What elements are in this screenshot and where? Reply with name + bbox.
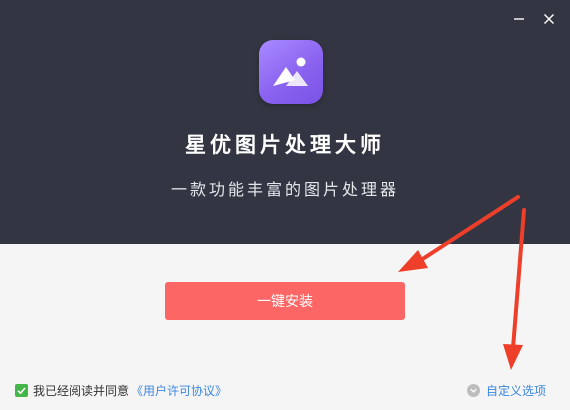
app-title: 星优图片处理大师 bbox=[185, 133, 385, 157]
close-button[interactable] bbox=[542, 12, 556, 26]
chevron-down-icon bbox=[466, 384, 480, 397]
window-controls bbox=[512, 12, 556, 26]
installer-header: 星优图片处理大师 一款功能丰富的图片处理器 bbox=[0, 0, 570, 244]
app-subtitle: 一款功能丰富的图片处理器 bbox=[170, 180, 399, 199]
minimize-button[interactable] bbox=[512, 12, 526, 26]
license-link[interactable]: 《用户许可协议》 bbox=[131, 382, 227, 399]
installer-window: 星优图片处理大师 一款功能丰富的图片处理器 一键安装 我已经阅读并同意 《用户许… bbox=[0, 0, 570, 410]
one-click-install-button[interactable]: 一键安装 bbox=[165, 282, 405, 320]
installer-content: 一键安装 我已经阅读并同意 《用户许可协议》 自定义选项 bbox=[0, 244, 570, 410]
agree-text: 我已经阅读并同意 bbox=[33, 384, 130, 398]
minimize-icon bbox=[514, 18, 524, 20]
app-logo bbox=[259, 40, 323, 104]
checkmark-icon bbox=[17, 387, 26, 395]
agree-checkbox[interactable] bbox=[15, 384, 28, 397]
picture-icon bbox=[273, 57, 308, 86]
custom-options-toggle[interactable]: 自定义选项 bbox=[466, 382, 546, 399]
custom-options-label: 自定义选项 bbox=[485, 384, 546, 398]
close-icon bbox=[544, 14, 554, 24]
license-agreement: 我已经阅读并同意 《用户许可协议》 bbox=[15, 382, 227, 399]
